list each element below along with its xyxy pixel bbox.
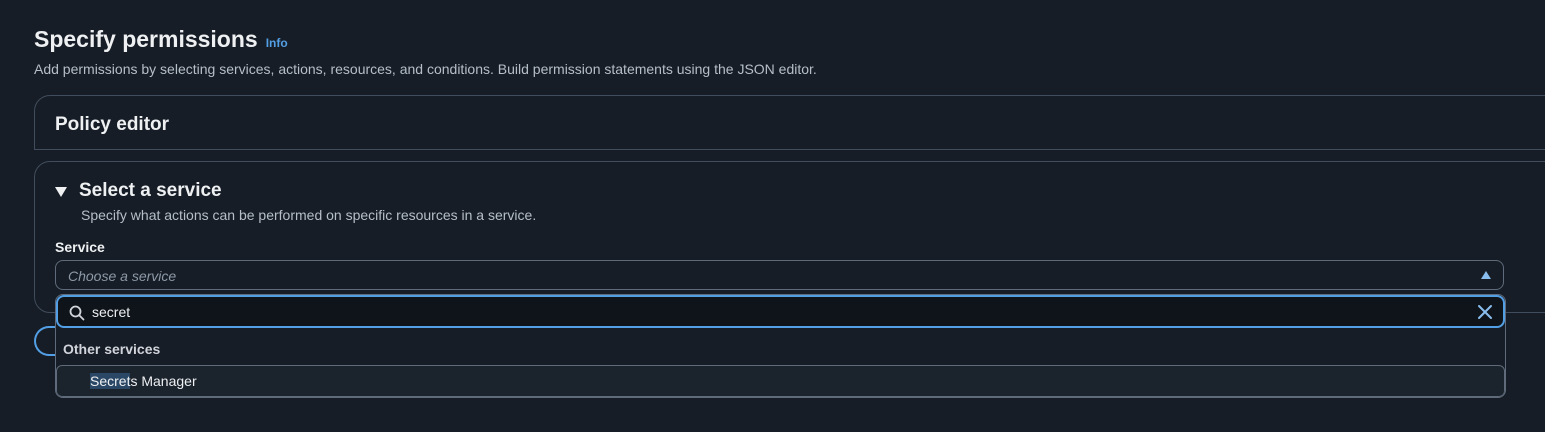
- service-field-label: Service: [55, 239, 105, 255]
- clear-icon[interactable]: [1477, 304, 1493, 320]
- service-search-input[interactable]: [92, 303, 1462, 321]
- title-row: Specify permissions Info: [34, 26, 288, 53]
- caret-down-icon: [55, 187, 67, 197]
- option-group-label: Other services: [63, 341, 161, 357]
- info-link[interactable]: Info: [266, 36, 288, 50]
- option-match-highlight: Secret: [90, 373, 131, 389]
- service-select-placeholder: Choose a service: [68, 268, 177, 284]
- option-secrets-manager[interactable]: Secrets Manager: [56, 365, 1505, 397]
- service-dropdown: Other services Secrets Manager: [55, 294, 1506, 398]
- service-search-box[interactable]: [56, 295, 1505, 328]
- option-label-rest: s Manager: [130, 373, 197, 389]
- page-title: Specify permissions: [34, 26, 258, 52]
- select-service-description: Specify what actions can be performed on…: [81, 207, 537, 223]
- search-icon: [69, 305, 85, 321]
- page-description: Add permissions by selecting services, a…: [34, 61, 817, 77]
- select-service-toggle[interactable]: Select a service: [55, 180, 222, 202]
- policy-editor-title: Policy editor: [55, 114, 170, 135]
- option-label: Secrets Manager: [90, 373, 197, 389]
- page: Specify permissions Info Add permissions…: [0, 0, 1545, 432]
- select-service-title: Select a service: [79, 180, 222, 201]
- caret-up-icon: [1481, 271, 1491, 279]
- select-service-panel: Select a service Specify what actions ca…: [34, 161, 1545, 313]
- service-select[interactable]: Choose a service: [55, 260, 1504, 290]
- policy-editor-panel: Policy editor: [34, 95, 1545, 150]
